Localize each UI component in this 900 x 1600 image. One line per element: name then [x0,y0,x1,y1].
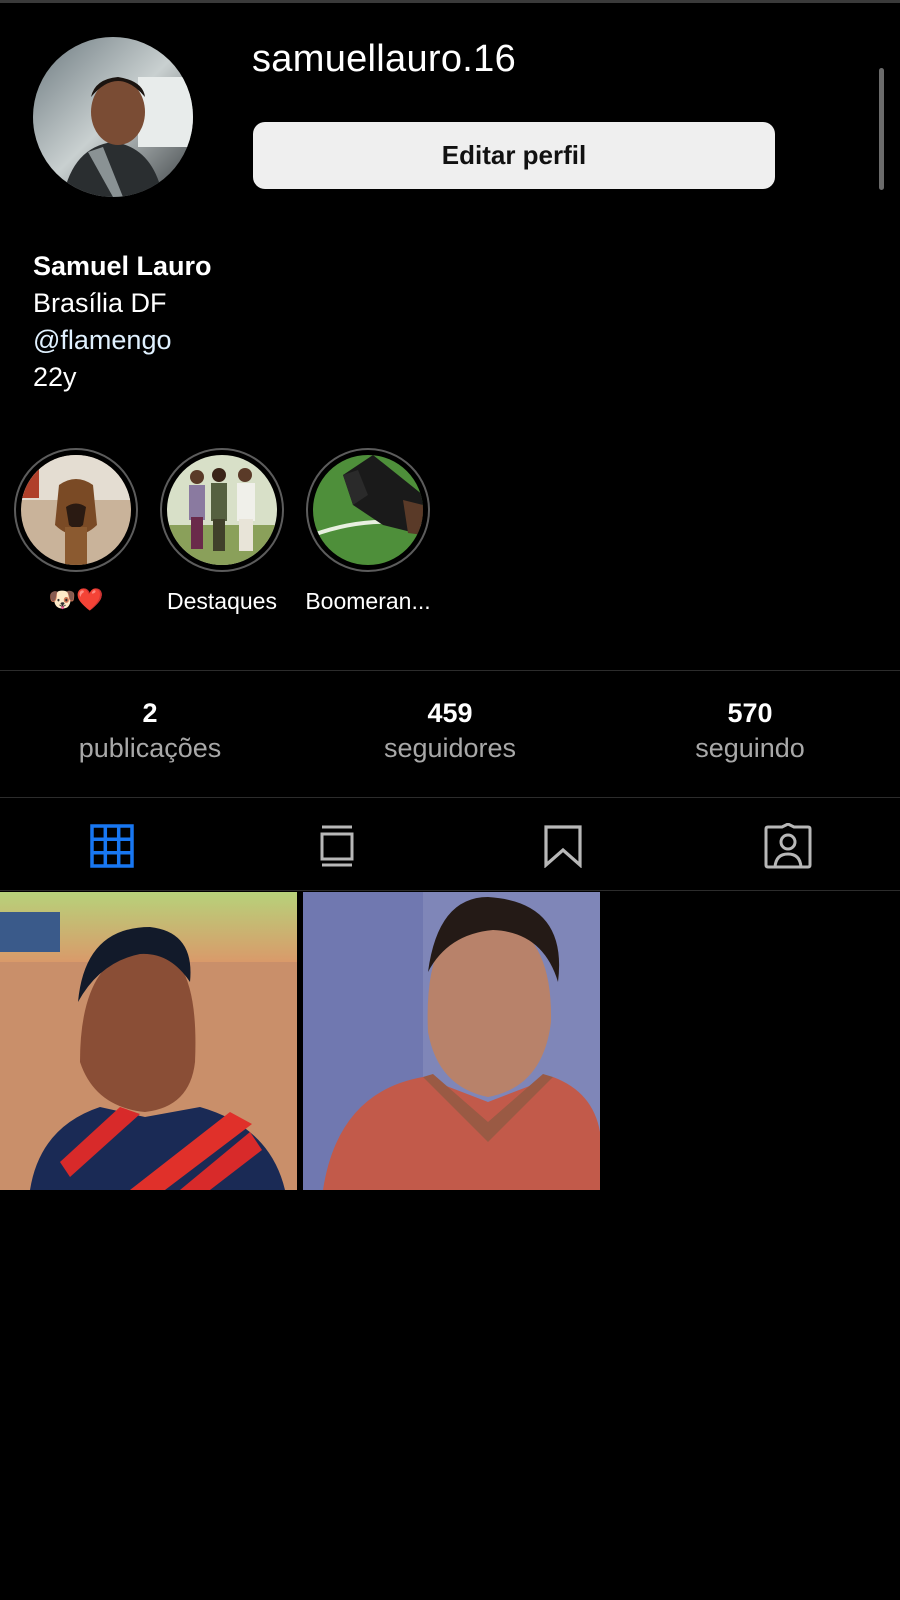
bio-age: 22y [33,362,77,392]
stats-bottom-divider [0,797,900,798]
scrollbar[interactable] [879,68,884,190]
tab-grid[interactable] [82,820,142,872]
tab-saved[interactable] [533,820,593,872]
profile-full-name: Samuel Lauro [33,251,212,281]
followers-count-value: 459 [427,698,473,728]
soccer-boot-highlight-image [313,455,423,565]
post-thumbnail[interactable] [0,892,297,1190]
tab-tagged[interactable] [758,820,818,872]
post-thumbnail[interactable] [303,892,600,1190]
dog-highlight-image [21,455,131,565]
highlight-label: Destaques [167,588,277,614]
highlight-item[interactable]: 🐶❤️ [12,448,140,613]
highlight-ring [306,448,430,572]
followers-count-label: seguidores [383,733,517,763]
posts-count-value: 2 [142,698,158,728]
highlight-ring [14,448,138,572]
highlight-label: Boomeran... [305,588,431,614]
tagged-person-icon [764,823,812,869]
bio-location: Brasília DF [33,288,167,318]
posts-count-label: publicações [78,733,222,763]
stats-top-divider [0,670,900,671]
grid-icon [90,824,134,868]
profile-bio: Samuel Lauro Brasília DF @flamengo 22y [33,248,633,396]
following-count-value: 570 [727,698,773,728]
edit-profile-button[interactable]: Editar perfil [253,122,775,189]
status-bar-divider [0,0,900,3]
posts-count[interactable]: 2 publicações [30,696,270,766]
highlight-item[interactable]: Destaques [158,448,286,614]
bio-mention-link[interactable]: @flamengo [33,322,633,359]
profile-username: samuellauro.16 [252,38,517,80]
bookmark-icon [544,825,582,868]
profile-avatar[interactable] [33,37,193,197]
highlight-ring [160,448,284,572]
group-photo-highlight-image [167,455,277,565]
tab-igtv[interactable] [307,820,367,872]
tabs-bottom-divider [0,890,900,891]
following-count[interactable]: 570 seguindo [630,696,870,766]
igtv-icon [320,825,354,867]
followers-count[interactable]: 459 seguidores [330,696,570,766]
following-count-label: seguindo [695,733,805,763]
profile-page: samuellauro.16 Editar perfil Samuel Laur… [0,0,900,1600]
highlight-label: 🐶❤️ [48,588,104,613]
highlight-item[interactable]: Boomeran... [304,448,432,614]
